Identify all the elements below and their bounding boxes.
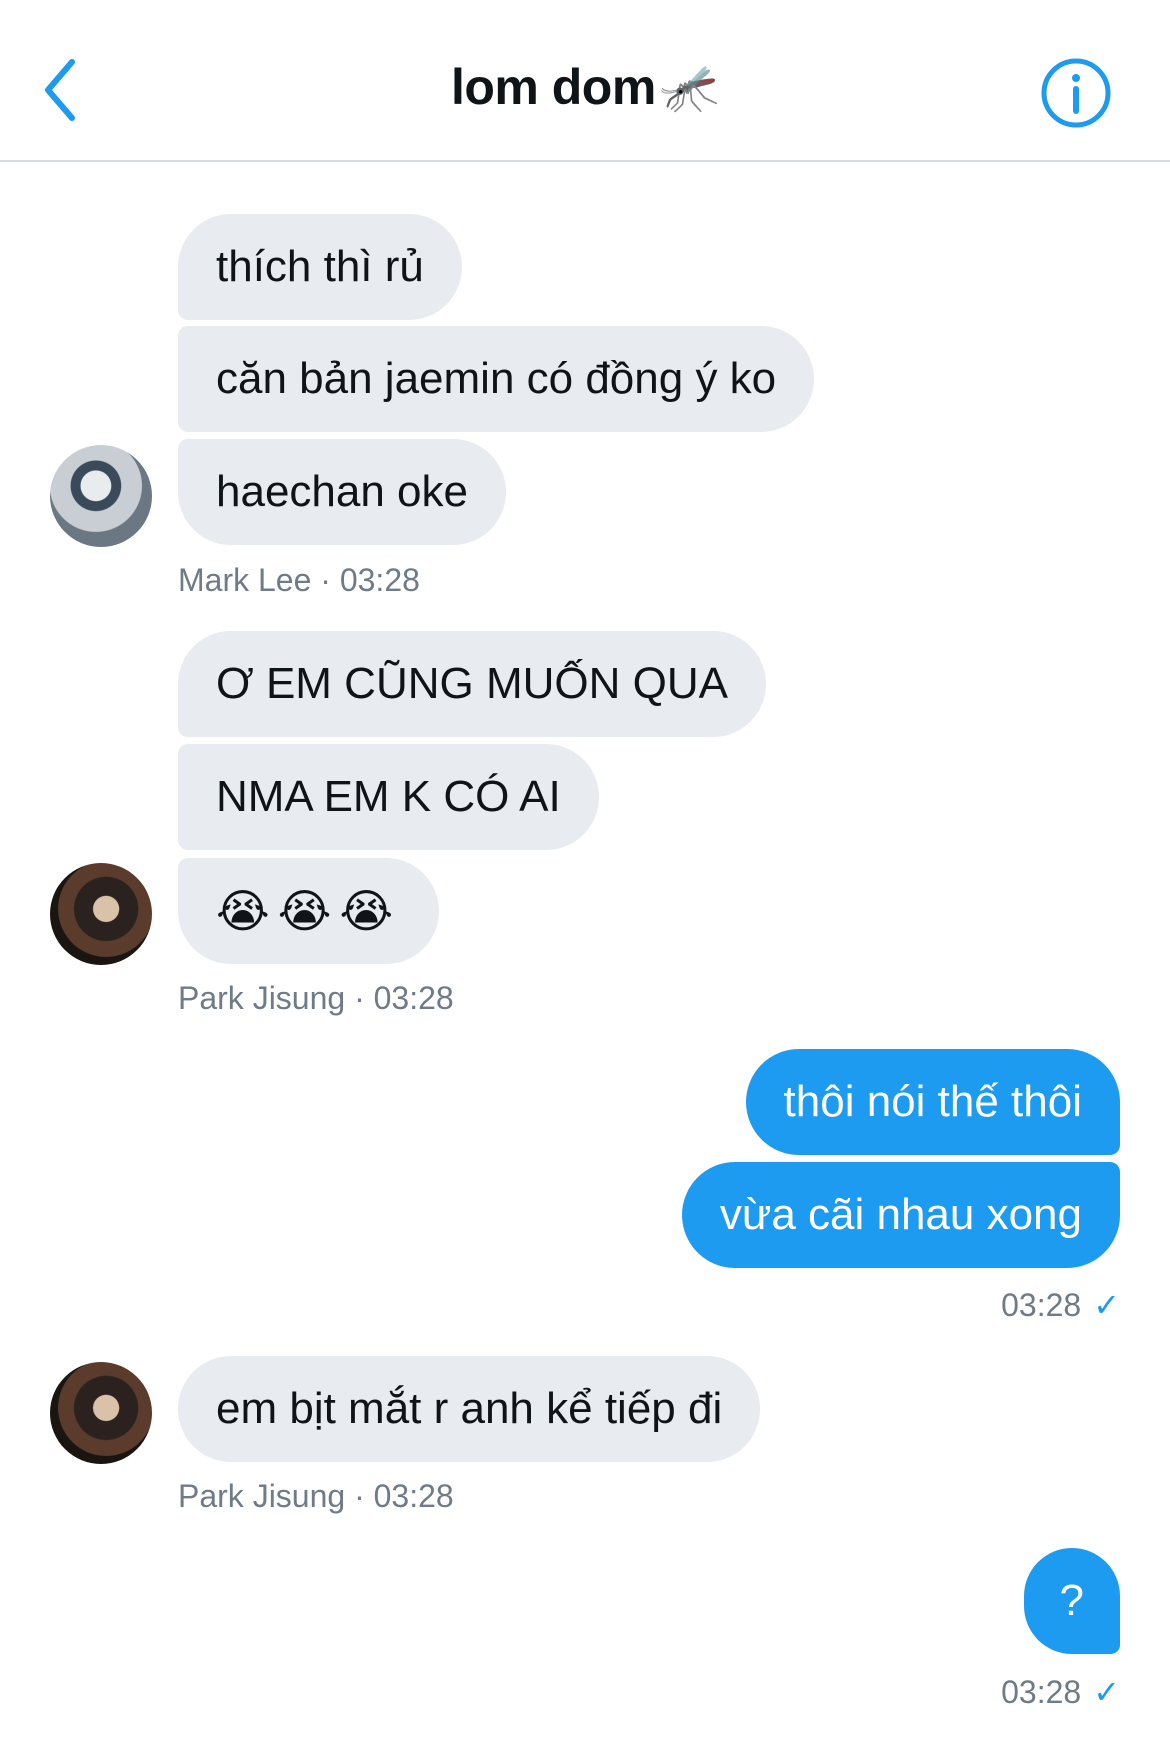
conversation-title-text: lom dom xyxy=(450,59,656,115)
message-text: căn bản jaemin có đồng ý ko xyxy=(216,354,777,403)
message-text: thích thì rủ xyxy=(216,242,424,291)
message-bubble[interactable]: NMA EM K CÓ AI xyxy=(178,744,599,850)
message-meta-sent: 03:28 ✓ xyxy=(1001,1673,1120,1711)
message-meta: Park Jisung · 03:28 xyxy=(178,1478,454,1514)
mosquito-emoji: 🦟 xyxy=(659,62,720,115)
message-text: em bịt mắt r anh kể tiếp đi xyxy=(216,1384,723,1433)
message-bubble[interactable]: thích thì rủ xyxy=(178,214,462,320)
message-time: 03:28 xyxy=(1001,1674,1082,1710)
conversation-header: lom dom🦟 xyxy=(0,0,1170,162)
avatar-park-jisung[interactable] xyxy=(50,1362,152,1464)
message-bubble[interactable]: em bịt mắt r anh kể tiếp đi xyxy=(178,1356,761,1462)
crying-emoji-text: 😭😭😭 xyxy=(216,885,402,937)
message-bubble[interactable]: căn bản jaemin có đồng ý ko xyxy=(178,326,815,432)
conversation-title: lom dom🦟 xyxy=(0,58,1170,116)
message-meta: Mark Lee · 03:28 xyxy=(178,562,420,598)
message-text: vừa cãi nhau xong xyxy=(719,1190,1082,1239)
message-text: haechan oke xyxy=(216,467,468,516)
message-text: NMA EM K CÓ AI xyxy=(216,772,561,821)
message-text: thôi nói thế thôi xyxy=(783,1077,1082,1126)
message-bubble-sent[interactable]: thôi nói thế thôi xyxy=(745,1049,1120,1155)
check-icon: ✓ xyxy=(1093,1674,1120,1710)
info-icon xyxy=(1041,58,1111,128)
message-bubble-sent[interactable]: vừa cãi nhau xong xyxy=(681,1162,1120,1268)
message-bubble[interactable]: 😭😭😭 xyxy=(178,858,440,964)
message-text: ? xyxy=(1059,1576,1084,1625)
message-bubble[interactable]: Ơ EM CŨNG MUỐN QUA xyxy=(178,631,766,737)
message-bubble-sent[interactable]: ? xyxy=(1023,1548,1120,1654)
message-time: 03:28 xyxy=(1001,1287,1082,1323)
info-button[interactable] xyxy=(1040,57,1112,129)
avatar-park-jisung[interactable] xyxy=(50,863,152,965)
message-meta: Park Jisung · 03:28 xyxy=(178,980,454,1016)
message-meta-sent: 03:28 ✓ xyxy=(1001,1286,1120,1324)
message-text: Ơ EM CŨNG MUỐN QUA xyxy=(216,659,728,708)
avatar-mark-lee[interactable] xyxy=(50,445,152,547)
check-icon: ✓ xyxy=(1093,1287,1120,1323)
message-bubble[interactable]: haechan oke xyxy=(178,439,506,545)
